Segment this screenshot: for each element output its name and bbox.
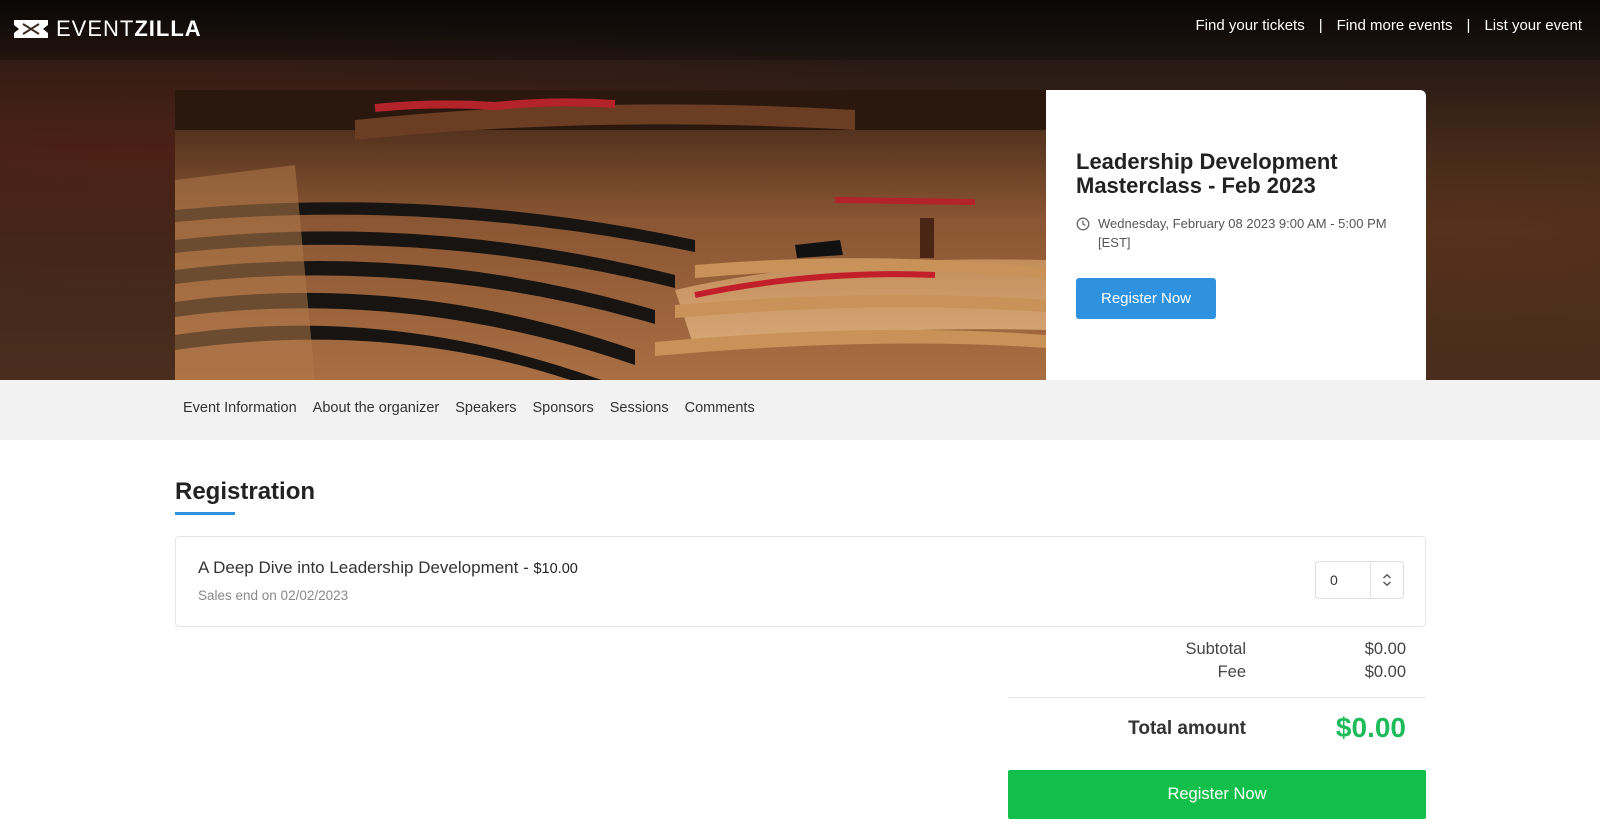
list-event-link[interactable]: List your event	[1484, 17, 1582, 34]
event-details-panel: Leadership Development Masterclass - Feb…	[1046, 90, 1426, 380]
quantity-input[interactable]	[1316, 572, 1370, 588]
tab-about-organizer[interactable]: About the organizer	[313, 400, 440, 416]
find-events-link[interactable]: Find more events	[1337, 17, 1453, 34]
tab-comments[interactable]: Comments	[685, 400, 755, 416]
clock-icon	[1076, 217, 1090, 231]
total-value: $0.00	[1335, 712, 1406, 743]
fee-label: Fee	[1217, 663, 1246, 681]
order-summary: Subtotal $0.00 Fee $0.00 Total amount $0…	[1008, 640, 1426, 743]
ticket-sales-end: Sales end on 02/02/2023	[198, 588, 349, 603]
event-header-card: Leadership Development Masterclass - Feb…	[175, 90, 1426, 380]
nav-separator: |	[1318, 17, 1323, 34]
subtotal-label: Subtotal	[1185, 640, 1246, 658]
tab-sponsors[interactable]: Sponsors	[532, 400, 593, 416]
register-now-button[interactable]: Register Now	[1076, 278, 1216, 319]
ticket-price: $10.00	[533, 561, 578, 577]
summary-divider	[1008, 697, 1426, 698]
heading-underline	[175, 512, 235, 515]
event-tabs-bar: Event Information About the organizer Sp…	[0, 380, 1600, 440]
total-label: Total amount	[1128, 718, 1246, 739]
register-now-submit-button[interactable]: Register Now	[1008, 770, 1426, 819]
event-date-text: Wednesday, February 08 2023 9:00 AM - 5:…	[1098, 214, 1387, 252]
top-navigation: EVENTZILLA Find your tickets | Find more…	[0, 0, 1600, 58]
ticket-title: A Deep Dive into Leadership Development …	[198, 558, 578, 578]
ticket-row: A Deep Dive into Leadership Development …	[175, 536, 1426, 627]
logo-word-light: EVENT	[56, 16, 135, 41]
event-title: Leadership Development Masterclass - Feb…	[1076, 149, 1338, 198]
logo-wordmark: EVENTZILLA	[56, 16, 202, 42]
event-date: Wednesday, February 08 2023 9:00 AM - 5:…	[1076, 214, 1396, 252]
logo-ticket-icon	[14, 20, 48, 38]
logo-word-bold: ZILLA	[134, 16, 202, 41]
nav-separator: |	[1466, 17, 1471, 34]
quantity-stepper[interactable]	[1315, 561, 1404, 599]
event-timezone: [EST]	[1098, 235, 1131, 250]
registration-heading: Registration	[175, 478, 316, 505]
concert-hall-illustration	[175, 90, 1046, 380]
tab-speakers[interactable]: Speakers	[455, 400, 516, 416]
tab-sessions[interactable]: Sessions	[610, 400, 669, 416]
top-links: Find your tickets | Find more events | L…	[1196, 17, 1582, 34]
ticket-name: A Deep Dive into Leadership Development …	[198, 558, 534, 577]
fee-row: Fee $0.00	[1008, 663, 1426, 686]
logo[interactable]: EVENTZILLA	[14, 16, 202, 42]
subtotal-row: Subtotal $0.00	[1008, 640, 1426, 663]
fee-value: $0.00	[1364, 663, 1406, 681]
tab-event-information[interactable]: Event Information	[183, 400, 297, 416]
total-row: Total amount $0.00	[1008, 712, 1426, 748]
stepper-arrows-icon	[1383, 573, 1391, 587]
event-tabs: Event Information About the organizer Sp…	[183, 400, 755, 416]
find-tickets-link[interactable]: Find your tickets	[1196, 17, 1305, 34]
event-date-line: Wednesday, February 08 2023 9:00 AM - 5:…	[1098, 216, 1387, 231]
stepper-arrows[interactable]	[1371, 573, 1403, 587]
subtotal-value: $0.00	[1364, 640, 1406, 658]
event-cover-image	[175, 90, 1046, 380]
